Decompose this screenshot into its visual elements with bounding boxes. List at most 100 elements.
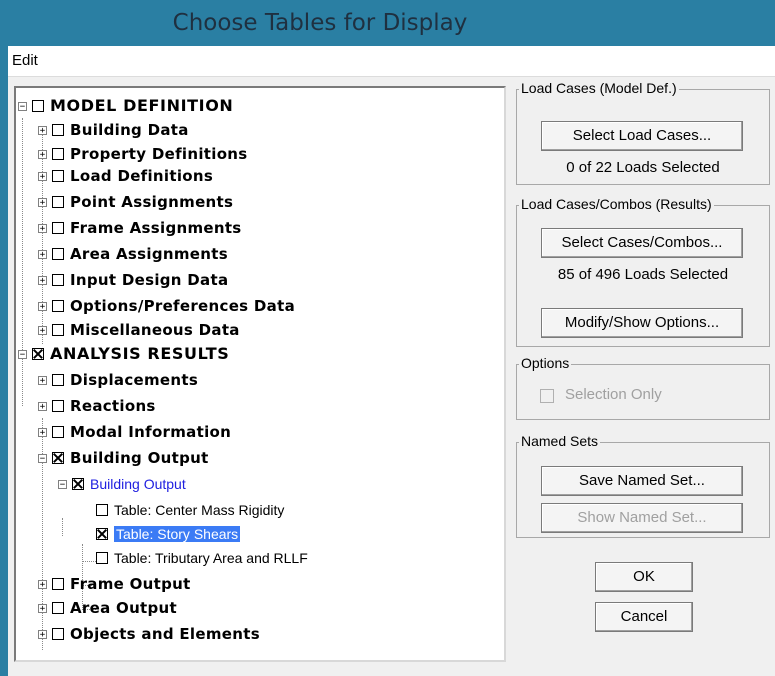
tree-node-point-assignments[interactable]: + Point Assignments <box>38 190 233 214</box>
expand-icon[interactable]: + <box>38 224 47 234</box>
checked-checkbox-icon[interactable] <box>32 347 44 360</box>
checkbox-icon[interactable] <box>52 425 64 438</box>
expand-icon[interactable]: + <box>38 198 47 208</box>
node-label: ANALYSIS RESULTS <box>50 344 230 363</box>
tree-node-model-definition[interactable]: − MODEL DEFINITION <box>18 94 233 118</box>
node-label: Point Assignments <box>70 193 234 211</box>
tree-node-analysis-results[interactable]: − ANALYSIS RESULTS <box>18 342 229 366</box>
expand-icon[interactable]: + <box>38 376 47 386</box>
checked-checkbox-icon[interactable] <box>52 451 64 464</box>
named-sets-group: Named Sets Save Named Set... Show Named … <box>516 433 770 538</box>
checkbox-icon[interactable] <box>52 195 64 208</box>
checkbox-icon[interactable] <box>52 373 64 386</box>
collapse-icon[interactable]: − <box>58 480 67 490</box>
ok-button[interactable]: OK <box>595 562 693 592</box>
tree-node-table-center-mass[interactable]: Table: Center Mass Rigidity <box>96 498 284 522</box>
checkbox-icon[interactable] <box>52 627 64 640</box>
node-label: Input Design Data <box>70 271 229 289</box>
expand-icon[interactable]: + <box>38 604 47 614</box>
node-label-selected: Table: Story Shears <box>114 526 241 542</box>
tree-node-building-output-sub[interactable]: − Building Output <box>58 472 186 496</box>
node-label: Options/Preferences Data <box>70 297 295 315</box>
node-label: Frame Assignments <box>70 219 242 237</box>
tree-node-load-definitions[interactable]: + Load Definitions <box>38 164 213 188</box>
collapse-icon[interactable]: − <box>38 454 47 464</box>
tree-node-property-definitions[interactable]: + Property Definitions <box>38 142 248 166</box>
checkbox-icon[interactable] <box>52 601 64 614</box>
expand-icon[interactable]: + <box>38 276 47 286</box>
table-tree[interactable]: − MODEL DEFINITION + Building Data + Pro… <box>14 86 506 662</box>
node-label: Area Assignments <box>70 245 228 263</box>
tree-node-table-story-shears[interactable]: Table: Story Shears <box>96 522 241 546</box>
tree-node-area-output[interactable]: + Area Output <box>38 596 177 620</box>
node-label: Modal Information <box>70 423 232 441</box>
checkbox-icon[interactable] <box>96 551 108 564</box>
expand-icon[interactable]: + <box>38 402 47 412</box>
tree-node-building-data[interactable]: + Building Data <box>38 118 189 142</box>
checked-checkbox-icon[interactable] <box>72 477 84 490</box>
expand-icon[interactable]: + <box>38 172 47 182</box>
tree-node-displacements[interactable]: + Displacements <box>38 368 198 392</box>
modify-show-options-button[interactable]: Modify/Show Options... <box>541 308 743 338</box>
node-label: Table: Center Mass Rigidity <box>114 502 285 518</box>
load-cases-status: 0 of 22 Loads Selected <box>566 159 720 176</box>
group-title: Options <box>519 355 572 371</box>
selection-only-checkbox[interactable] <box>540 389 554 403</box>
cancel-button[interactable]: Cancel <box>595 602 693 632</box>
menu-bar: Edit <box>8 46 775 77</box>
node-label: Objects and Elements <box>70 625 260 643</box>
checkbox-icon[interactable] <box>52 323 64 336</box>
checkbox-icon[interactable] <box>52 221 64 234</box>
expand-icon[interactable]: + <box>38 150 47 160</box>
collapse-icon[interactable]: − <box>18 350 27 360</box>
node-label: Reactions <box>70 397 156 415</box>
tree-line <box>62 518 63 536</box>
select-cases-combos-button[interactable]: Select Cases/Combos... <box>541 228 743 258</box>
options-group: Options Selection Only <box>516 355 770 420</box>
node-label: Load Definitions <box>70 167 214 185</box>
expand-icon[interactable]: + <box>38 326 47 336</box>
tree-node-frame-assignments[interactable]: + Frame Assignments <box>38 216 242 240</box>
checkbox-icon[interactable] <box>96 503 108 516</box>
node-label: Property Definitions <box>70 145 248 163</box>
tree-node-options-preferences[interactable]: + Options/Preferences Data <box>38 294 295 318</box>
expand-icon[interactable]: + <box>38 126 47 136</box>
expand-icon[interactable]: + <box>38 580 47 590</box>
expand-icon[interactable]: + <box>38 250 47 260</box>
node-label: Building Data <box>70 121 189 139</box>
load-combos-status: 85 of 496 Loads Selected <box>557 266 729 283</box>
window-title: Choose Tables for Display <box>172 10 468 36</box>
expand-icon[interactable]: + <box>38 428 47 438</box>
checkbox-icon[interactable] <box>52 299 64 312</box>
collapse-icon[interactable]: − <box>18 102 27 112</box>
node-label: Table: Tributary Area and RLLF <box>114 550 308 566</box>
selection-only-label: Selection Only <box>565 386 662 403</box>
tree-node-modal-information[interactable]: + Modal Information <box>38 420 231 444</box>
title-bar[interactable]: Choose Tables for Display <box>0 0 775 46</box>
tree-node-area-assignments[interactable]: + Area Assignments <box>38 242 228 266</box>
checkbox-icon[interactable] <box>52 273 64 286</box>
tree-node-frame-output[interactable]: + Frame Output <box>38 572 191 596</box>
node-label: Miscellaneous Data <box>70 321 240 339</box>
checkbox-icon[interactable] <box>32 99 44 112</box>
tree-node-reactions[interactable]: + Reactions <box>38 394 156 418</box>
expand-icon[interactable]: + <box>38 302 47 312</box>
tree-node-input-design-data[interactable]: + Input Design Data <box>38 268 228 292</box>
tree-node-objects-elements[interactable]: + Objects and Elements <box>38 622 260 646</box>
tree-node-table-tributary[interactable]: Table: Tributary Area and RLLF <box>96 546 308 570</box>
menu-edit[interactable]: Edit <box>12 52 38 69</box>
tree-node-building-output[interactable]: − Building Output <box>38 446 209 470</box>
expand-icon[interactable]: + <box>38 630 47 640</box>
select-load-cases-button[interactable]: Select Load Cases... <box>541 121 743 151</box>
checkbox-icon[interactable] <box>52 399 64 412</box>
checkbox-icon[interactable] <box>52 169 64 182</box>
tree-node-miscellaneous-data[interactable]: + Miscellaneous Data <box>38 318 240 342</box>
node-label: MODEL DEFINITION <box>50 96 234 115</box>
checkbox-icon[interactable] <box>52 123 64 136</box>
checked-checkbox-icon[interactable] <box>96 527 108 540</box>
checkbox-icon[interactable] <box>52 247 64 260</box>
save-named-set-button[interactable]: Save Named Set... <box>541 466 743 496</box>
checkbox-icon[interactable] <box>52 577 64 590</box>
checkbox-icon[interactable] <box>52 147 64 160</box>
node-label: Building Output <box>70 449 209 467</box>
